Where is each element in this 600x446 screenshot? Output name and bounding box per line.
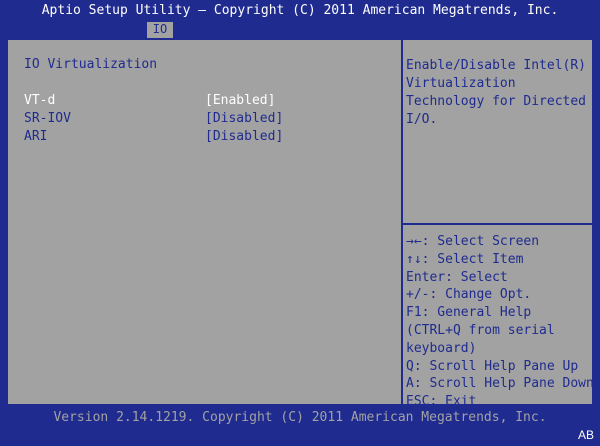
help-pane: Enable/Disable Intel(R) Virtualization T… (403, 40, 594, 409)
setting-vt-d[interactable]: VT-d [Enabled] (24, 93, 394, 111)
key-scroll-up: Q: Scroll Help Pane Up (406, 358, 579, 374)
setting-label: SR-IOV (24, 111, 71, 126)
setting-sr-iov[interactable]: SR-IOV [Disabled] (24, 111, 394, 129)
setting-value[interactable]: [Disabled] (205, 129, 283, 144)
setting-value[interactable]: [Disabled] (205, 111, 283, 126)
help-line: Enable/Disable Intel(R) (406, 58, 587, 73)
key-ctrl-q: (CTRL+Q from serial (406, 322, 555, 338)
help-divider (403, 223, 592, 225)
setting-label: VT-d (24, 93, 56, 108)
help-line: I/O. (406, 112, 438, 127)
setting-value[interactable]: [Enabled] (205, 93, 275, 108)
setup-panel: IO Virtualization VT-d [Enabled] SR-IOV … (6, 38, 594, 409)
app-title: Aptio Setup Utility – Copyright (C) 2011… (41, 3, 559, 18)
key-legend: →←: Select Screen ↑↓: Select Item Enter:… (406, 233, 594, 411)
section-title: IO Virtualization (24, 57, 158, 72)
key-change-opt: +/-: Change Opt. (406, 287, 532, 303)
setting-label: ARI (24, 129, 48, 144)
corner-badge: AB (577, 428, 594, 442)
key-select-screen: →←: Select Screen (406, 234, 540, 249)
footer-version: Version 2.14.1219. Copyright (C) 2011 Am… (53, 410, 547, 425)
key-keyboard: keyboard) (406, 340, 477, 356)
key-scroll-down: A: Scroll Help Pane Down (406, 376, 594, 392)
tab-strip: IO (0, 22, 600, 38)
setting-ari[interactable]: ARI [Disabled] (24, 129, 394, 147)
help-line: Virtualization (406, 76, 516, 91)
help-text: Enable/Disable Intel(R) Virtualization T… (406, 57, 590, 129)
tab-io[interactable]: IO (147, 22, 173, 38)
settings-pane: IO Virtualization VT-d [Enabled] SR-IOV … (8, 40, 403, 404)
key-enter-select: Enter: Select (406, 269, 508, 285)
help-line: Technology for Directed (406, 94, 587, 109)
key-select-item: ↑↓: Select Item (406, 251, 524, 267)
key-general-help: F1: General Help (406, 305, 532, 321)
